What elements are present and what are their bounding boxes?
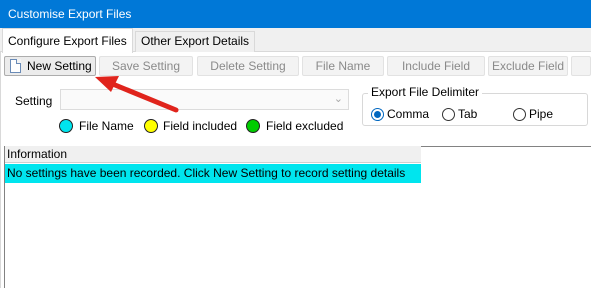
window-title: Customise Export Files xyxy=(8,7,132,21)
pipe-radio[interactable] xyxy=(513,108,526,121)
legend-file-name-label: File Name xyxy=(79,119,134,133)
tab-configure-export-files[interactable]: Configure Export Files xyxy=(2,28,133,53)
legend-field-included: Field included xyxy=(144,117,237,135)
include-field-button[interactable]: Include Field xyxy=(387,56,485,76)
information-column-header[interactable]: Information xyxy=(5,146,421,163)
comma-radio-label[interactable]: Comma xyxy=(387,107,429,122)
tab-radio-label[interactable]: Tab xyxy=(458,107,477,122)
cyan-circle-icon xyxy=(59,119,73,133)
chevron-down-icon: ⌄ xyxy=(333,93,343,105)
more-toolbar-button[interactable] xyxy=(571,56,591,76)
legend-field-excluded: Field excluded xyxy=(246,117,343,135)
tab-strip: Configure Export Files Other Export Deta… xyxy=(0,28,591,53)
legend-field-excluded-label: Field excluded xyxy=(266,119,344,133)
delete-setting-button[interactable]: Delete Setting xyxy=(197,56,299,76)
tab-other-export-details[interactable]: Other Export Details xyxy=(135,31,256,52)
new-document-icon xyxy=(10,59,21,73)
setting-dropdown[interactable]: ⌄ xyxy=(60,89,349,110)
legend-field-included-label: Field included xyxy=(163,119,238,133)
pipe-radio-label[interactable]: Pipe xyxy=(529,107,553,122)
file-name-button[interactable]: File Name xyxy=(302,56,384,76)
new-setting-label: New Setting xyxy=(27,59,92,73)
new-setting-button[interactable]: New Setting xyxy=(4,56,96,76)
exclude-field-button[interactable]: Exclude Field xyxy=(488,56,568,76)
green-circle-icon xyxy=(246,119,260,133)
yellow-circle-icon xyxy=(144,119,158,133)
save-setting-button[interactable]: Save Setting xyxy=(99,56,193,76)
setting-label: Setting xyxy=(15,94,53,108)
information-row[interactable]: No settings have been recorded. Click Ne… xyxy=(5,164,421,183)
legend-file-name: File Name xyxy=(59,117,134,135)
delimiter-group-title: Export File Delimiter xyxy=(368,85,483,100)
tab-radio[interactable] xyxy=(442,108,455,121)
window-title-bar: Customise Export Files xyxy=(0,0,591,28)
comma-radio[interactable] xyxy=(371,108,384,121)
